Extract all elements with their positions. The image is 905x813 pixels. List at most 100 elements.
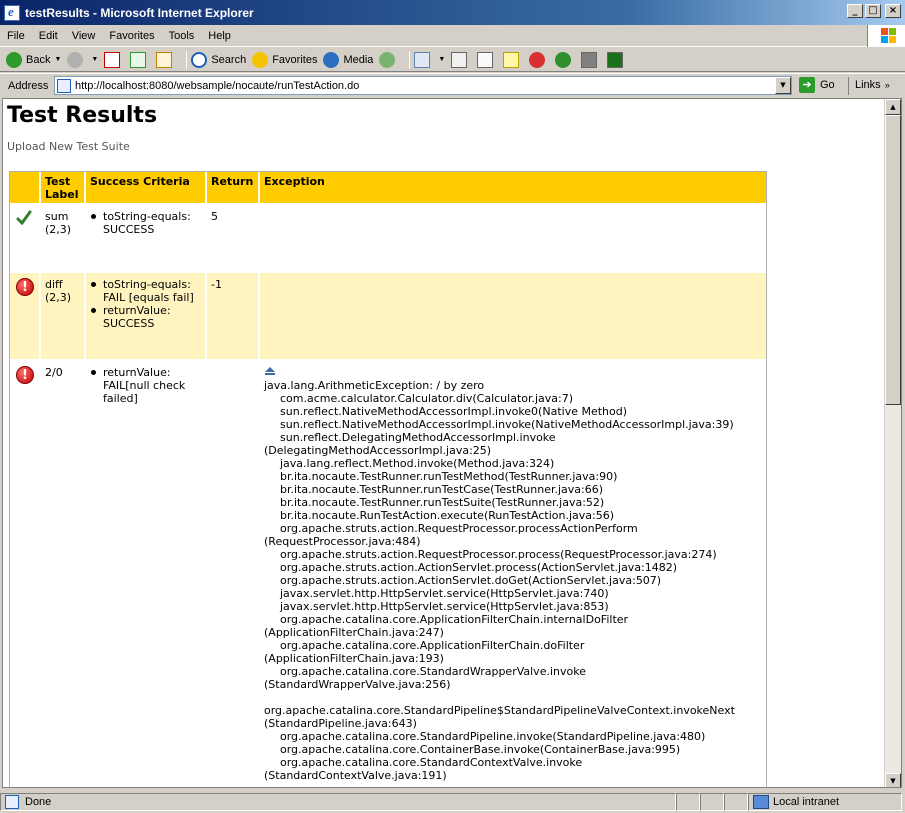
upload-test-suite-link[interactable]: Upload New Test Suite xyxy=(7,140,879,154)
criteria-item: returnValue: FAIL[null check failed] xyxy=(91,366,201,405)
mail-icon xyxy=(414,51,431,68)
criteria-item: returnValue: SUCCESS xyxy=(91,304,201,330)
mail-button[interactable]: ▼ xyxy=(414,51,445,68)
tools-button[interactable] xyxy=(581,51,601,68)
trace-line: (ApplicationFilterChain.java:193) xyxy=(264,652,444,665)
go-arrow-icon: ➔ xyxy=(799,77,815,93)
edit-button[interactable] xyxy=(477,51,497,68)
vertical-scrollbar[interactable]: ▲ ▼ xyxy=(884,99,901,787)
criteria-item: toString-equals: FAIL [equals fail] xyxy=(91,278,201,304)
zone-segment: Local intranet xyxy=(748,792,902,811)
check-icon xyxy=(16,210,32,226)
back-arrow-icon xyxy=(6,51,22,68)
stop-button[interactable] xyxy=(104,51,124,68)
menu-help[interactable]: Help xyxy=(201,30,238,42)
menu-bar: File Edit View Favorites Tools Help xyxy=(0,25,905,47)
forward-button[interactable]: ▼ xyxy=(67,51,98,68)
scroll-down-arrow-icon[interactable]: ▼ xyxy=(885,773,901,787)
edit-icon xyxy=(477,51,494,68)
print-button[interactable] xyxy=(451,51,471,68)
status-text-segment: Done xyxy=(0,792,676,811)
chevron-down-icon[interactable]: ▼ xyxy=(54,56,61,63)
status-bar: Done Local intranet xyxy=(0,790,905,813)
menu-file[interactable]: File xyxy=(0,30,32,42)
scroll-up-arrow-icon[interactable]: ▲ xyxy=(885,99,901,115)
exception-cell: java.lang.ArithmeticException: / by zero… xyxy=(258,359,766,787)
status-segment xyxy=(724,792,748,811)
down-arrow-icon xyxy=(607,51,624,68)
discuss-button[interactable] xyxy=(503,51,523,68)
pro-button[interactable] xyxy=(555,51,575,68)
refresh-icon xyxy=(130,51,147,68)
bug-icon xyxy=(555,51,572,68)
history-button[interactable] xyxy=(379,51,399,68)
trace-line: org.apache.catalina.core.ApplicationFilt… xyxy=(280,613,629,626)
favorites-label: Favorites xyxy=(272,53,318,66)
status-text: Done xyxy=(25,795,52,808)
status-cell: ! xyxy=(10,271,40,360)
search-icon xyxy=(191,51,208,68)
menu-edit[interactable]: Edit xyxy=(32,30,65,42)
media-button[interactable]: Media xyxy=(323,51,374,68)
search-button[interactable]: Search xyxy=(191,51,247,68)
stop-icon xyxy=(104,51,121,68)
window-title: testResults - Microsoft Internet Explore… xyxy=(25,5,254,20)
trace-line: org.apache.struts.action.RequestProcesso… xyxy=(280,548,717,561)
address-label: Address xyxy=(8,79,49,92)
chevron-down-icon[interactable]: ▼ xyxy=(438,56,445,63)
search-label: Search xyxy=(211,53,247,66)
chevron-down-icon[interactable]: ▼ xyxy=(775,77,791,94)
status-cell: ! xyxy=(10,359,40,787)
criteria-item: toString-equals: SUCCESS xyxy=(91,210,201,236)
chevron-down-icon[interactable]: ▼ xyxy=(91,56,98,63)
menu-favorites[interactable]: Favorites xyxy=(102,30,161,42)
trace-line: org.apache.catalina.core.StandardContext… xyxy=(280,756,583,769)
close-button[interactable]: × xyxy=(885,4,901,18)
column-header-exception: Exception xyxy=(258,172,766,204)
links-button[interactable]: Links» xyxy=(848,77,890,95)
scroll-thumb[interactable] xyxy=(885,115,901,405)
trace-line: org.apache.catalina.core.ApplicationFilt… xyxy=(280,639,585,652)
address-input[interactable]: http://localhost:8080/websample/nocaute/… xyxy=(54,76,792,95)
column-header-success-criteria: Success Criteria xyxy=(84,172,206,204)
trace-gap xyxy=(264,691,762,704)
note-icon xyxy=(503,51,520,68)
trace-line: javax.servlet.http.HttpServlet.service(H… xyxy=(280,600,609,613)
refresh-button[interactable] xyxy=(130,51,150,68)
green-tool-button[interactable] xyxy=(607,51,627,68)
address-bar: Address http://localhost:8080/websample/… xyxy=(0,73,905,97)
trace-line: org.apache.catalina.core.StandardPipelin… xyxy=(264,704,735,717)
trace-line: org.apache.struts.action.ActionServlet.p… xyxy=(280,561,678,574)
favorites-button[interactable]: Favorites xyxy=(252,51,318,68)
trace-line: java.lang.reflect.Method.invoke(Method.j… xyxy=(280,457,555,470)
messenger-button[interactable] xyxy=(529,51,549,68)
trace-line: org.apache.struts.action.RequestProcesso… xyxy=(280,522,638,535)
minimize-button[interactable]: _ xyxy=(847,4,863,18)
stack-trace: java.lang.ArithmeticException: / by zero… xyxy=(264,379,762,782)
back-button[interactable]: Back ▼ xyxy=(6,51,61,68)
trace-line: br.ita.nocaute.TestRunner.runTestCase(Te… xyxy=(280,483,604,496)
return-value: 5 xyxy=(205,203,259,272)
tools-icon xyxy=(581,51,598,68)
test-label: diff (2,3) xyxy=(39,271,85,360)
maximize-button[interactable]: □ xyxy=(865,4,881,18)
address-url[interactable]: http://localhost:8080/websample/nocaute/… xyxy=(75,80,359,92)
title-bar: testResults - Microsoft Internet Explore… xyxy=(0,0,905,25)
menu-tools[interactable]: Tools xyxy=(162,30,202,42)
windows-logo-icon xyxy=(867,25,905,47)
trace-line: org.apache.struts.action.ActionServlet.d… xyxy=(280,574,662,587)
table-row: ! 2/0 returnValue: FAIL[null check faile… xyxy=(10,359,766,787)
collapse-icon[interactable] xyxy=(264,366,276,376)
home-icon xyxy=(156,51,173,68)
trace-line: (StandardContextValve.java:191) xyxy=(264,769,447,782)
test-label: sum (2,3) xyxy=(39,203,85,272)
column-header-test-label: Test Label xyxy=(39,172,85,204)
media-label: Media xyxy=(343,53,374,66)
media-icon xyxy=(323,51,340,68)
history-icon xyxy=(379,51,396,68)
test-label: 2/0 xyxy=(39,359,85,787)
print-icon xyxy=(451,51,468,68)
go-button[interactable]: ➔ Go xyxy=(799,77,835,93)
home-button[interactable] xyxy=(156,51,176,68)
menu-view[interactable]: View xyxy=(65,30,103,42)
